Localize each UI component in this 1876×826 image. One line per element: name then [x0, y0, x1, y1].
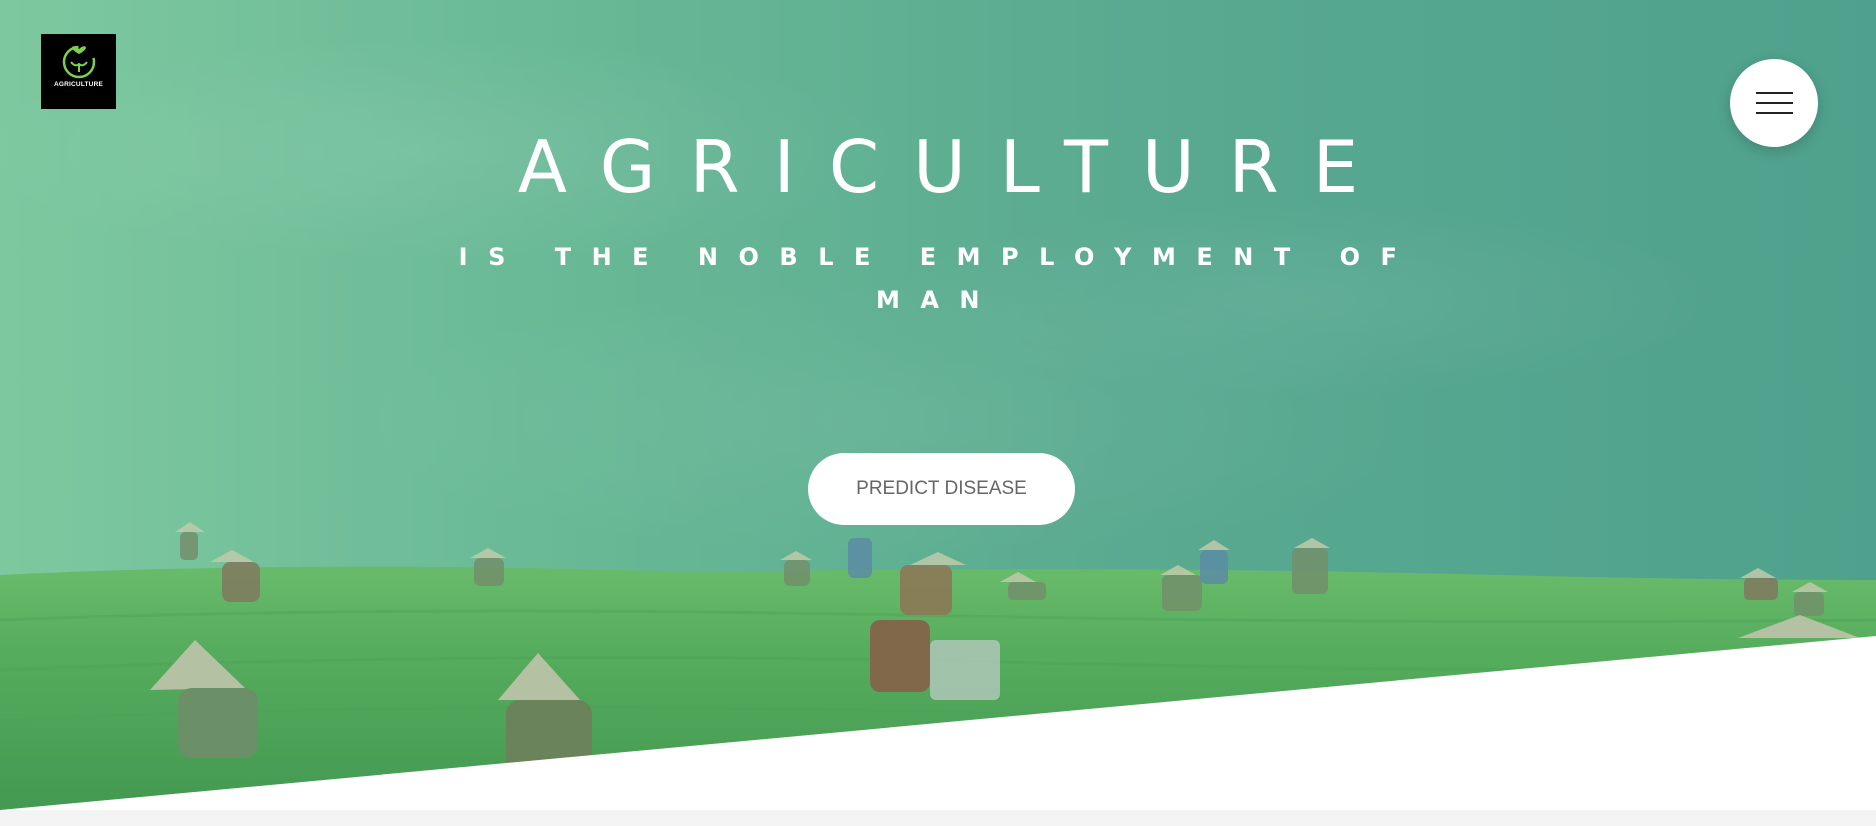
hero-title: AGRICULTURE — [517, 125, 1393, 209]
menu-bar — [1756, 112, 1793, 114]
hero-section: AGRICULTURE · · · · · · · · · AGRICULTUR… — [0, 0, 1876, 810]
menu-bar — [1756, 92, 1793, 94]
logo-subtext: · · · · · · · · · — [65, 89, 92, 93]
menu-bar — [1756, 102, 1793, 104]
hero-subtitle: IS THE NOBLE EMPLOYMENT OF MAN — [458, 243, 1418, 314]
predict-disease-button[interactable]: PREDICT DISEASE — [808, 453, 1075, 525]
leaf-circle-icon — [62, 45, 95, 79]
logo-text: AGRICULTURE — [53, 81, 104, 88]
site-logo[interactable]: AGRICULTURE · · · · · · · · · — [41, 34, 116, 109]
